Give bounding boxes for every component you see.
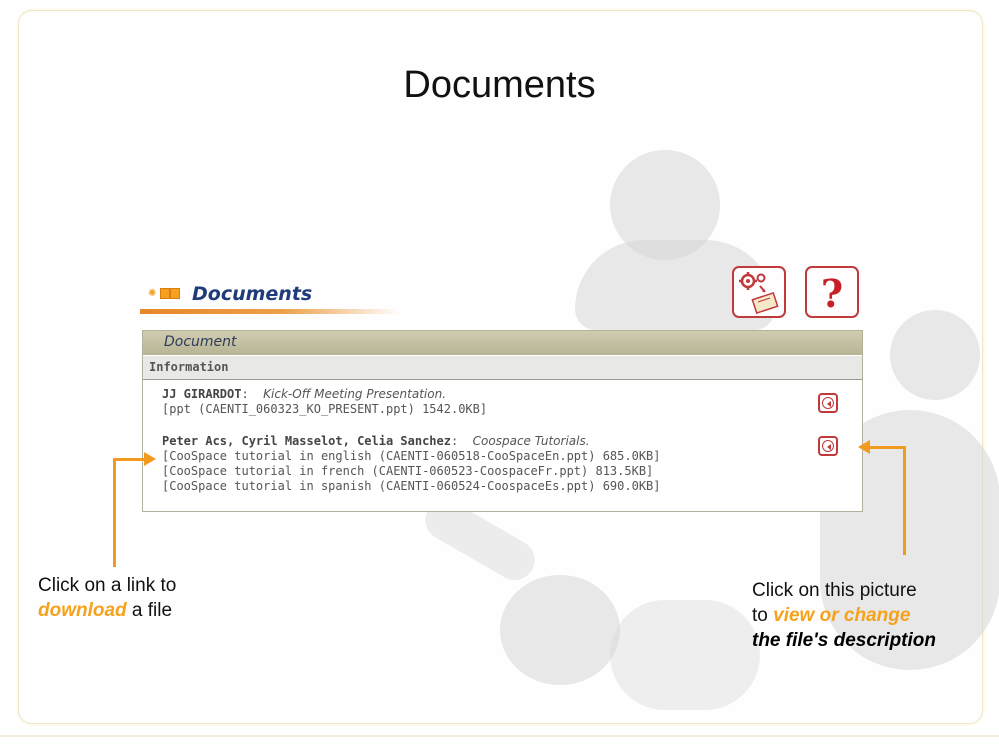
callout-download: Click on a link to download a file <box>38 575 177 621</box>
arrowhead-right-icon <box>144 452 156 466</box>
view-description-button[interactable] <box>818 436 838 456</box>
file-download-link[interactable]: [ppt (CAENTI_060323_KO_PRESENT.ppt) 1542… <box>162 402 487 417</box>
list-item: JJ GIRARDOT: Kick-Off Meeting Presentati… <box>162 387 488 417</box>
bottom-rule <box>0 735 999 737</box>
documents-table: Document Information JJ GIRARDOT: Kick-O… <box>142 330 863 512</box>
settings-gears-icon <box>739 272 779 315</box>
documents-section-icon: ✺ <box>148 286 184 300</box>
table-subheader: Information <box>143 356 862 380</box>
callout-arrow-left-vertical <box>113 459 116 567</box>
document-description: Kick-Off Meeting Presentation. <box>263 387 447 401</box>
watermark-figure-head <box>500 575 620 685</box>
table-header: Document <box>143 331 862 355</box>
view-description-icon <box>822 440 834 452</box>
file-download-link[interactable]: [CooSpace tutorial in english (CAENTI-06… <box>162 449 661 464</box>
settings-button[interactable] <box>732 266 786 318</box>
document-author: JJ GIRARDOT <box>162 387 242 401</box>
watermark-figure-body <box>610 600 760 710</box>
documents-heading: Documents <box>192 283 313 305</box>
heading-underline <box>140 309 400 314</box>
help-button[interactable]: ? <box>805 266 859 318</box>
view-description-button[interactable] <box>818 393 838 413</box>
list-item: Peter Acs, Cyril Masselot, Celia Sanchez… <box>162 434 661 494</box>
subheader-information: Information <box>149 360 229 374</box>
view-description-icon <box>822 397 834 409</box>
slide-title: Documents <box>403 64 596 106</box>
document-description: Coospace Tutorials. <box>472 434 590 448</box>
callout-arrow-right-vertical <box>903 447 906 555</box>
callout-arrow-left-horizontal <box>113 458 146 461</box>
file-download-link[interactable]: [CooSpace tutorial in french (CAENTI-060… <box>162 464 661 479</box>
watermark-figure-head <box>890 310 980 400</box>
callout-arrow-right-horizontal <box>870 446 906 449</box>
sparkle-icon: ✺ <box>148 288 157 299</box>
document-author: Peter Acs, Cyril Masselot, Celia Sanchez <box>162 434 451 448</box>
callout-view-description: Click on this picture to view or change … <box>752 580 936 651</box>
arrowhead-left-icon <box>858 440 870 454</box>
file-download-link[interactable]: [CooSpace tutorial in spanish (CAENTI-06… <box>162 479 661 494</box>
column-header-document: Document <box>164 334 237 350</box>
help-question-icon: ? <box>820 271 844 316</box>
